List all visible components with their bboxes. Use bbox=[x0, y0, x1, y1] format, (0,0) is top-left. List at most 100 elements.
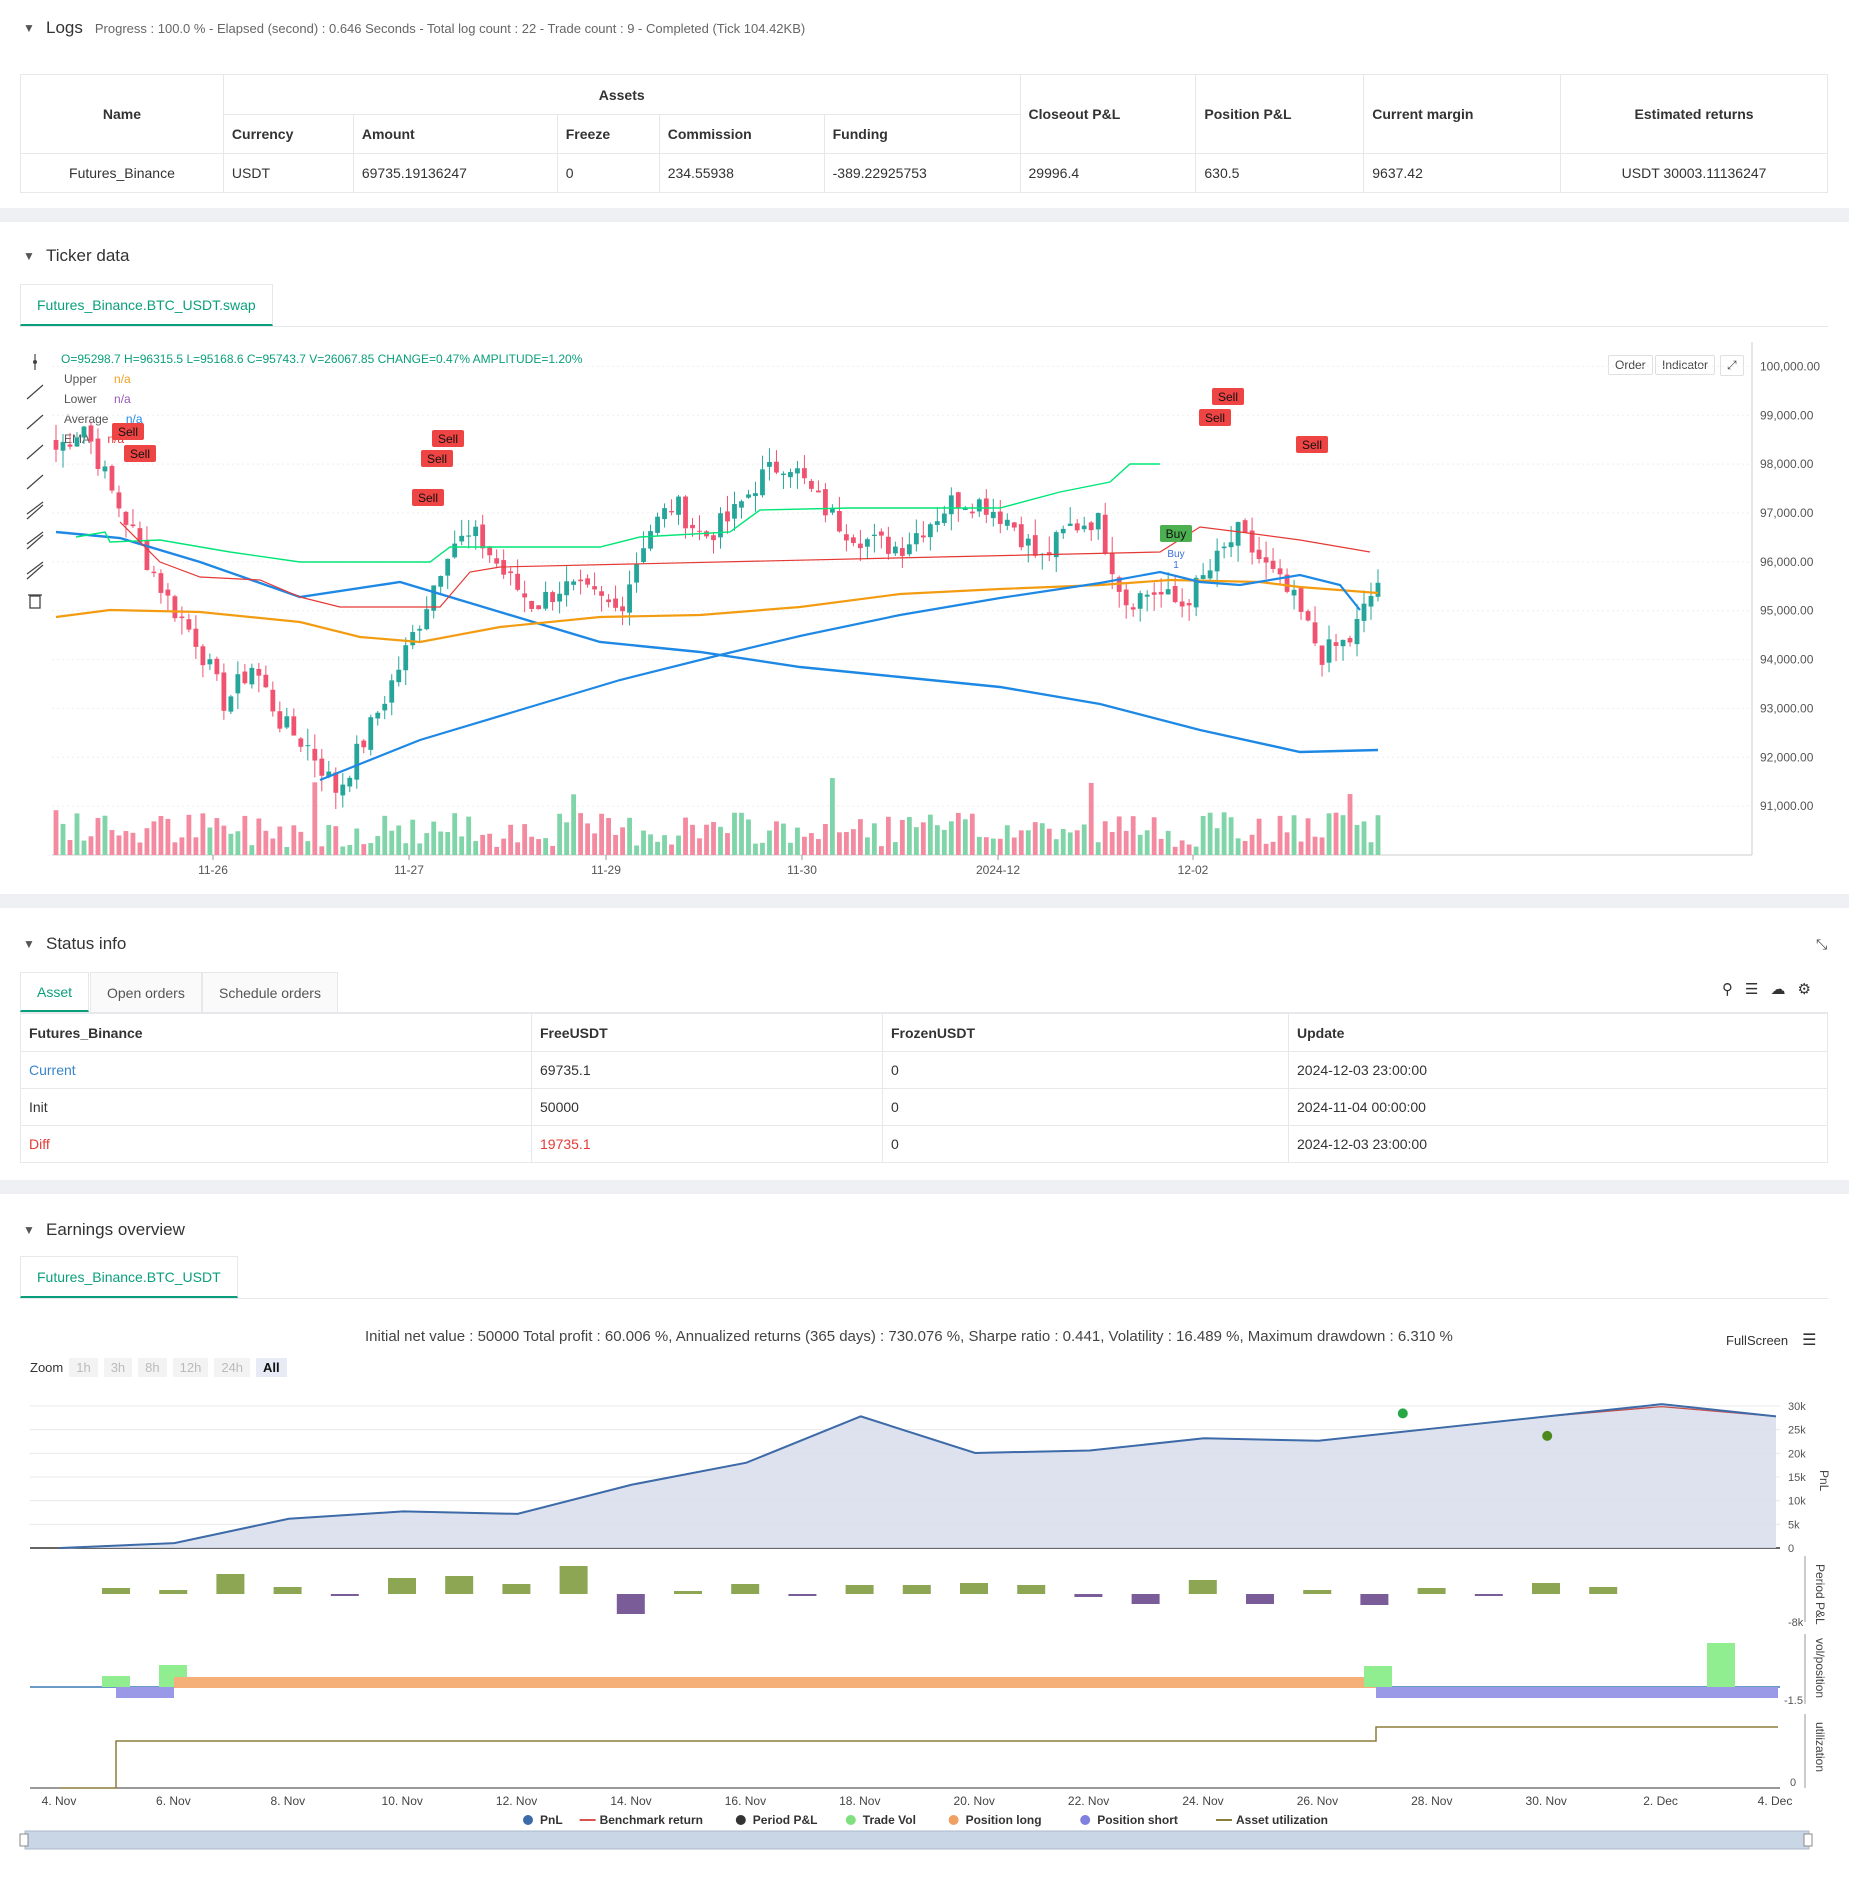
logs-header[interactable]: ▼ Logs Progress : 100.0 % - Elapsed (sec… bbox=[20, 18, 805, 38]
candle-body bbox=[74, 437, 80, 447]
candle-body bbox=[641, 548, 646, 563]
volume-bar bbox=[1375, 815, 1381, 855]
volume-bar bbox=[1053, 839, 1059, 855]
candle-body bbox=[179, 616, 185, 619]
pnl-tick: 25k bbox=[1788, 1425, 1806, 1437]
sell-signal: Sell bbox=[421, 450, 453, 467]
status-header[interactable]: ▼ Status info bbox=[20, 934, 126, 954]
volume-bar bbox=[564, 822, 570, 855]
volume-bar bbox=[1242, 841, 1248, 855]
volume-bar bbox=[606, 817, 611, 855]
col-update: Update bbox=[1288, 1013, 1828, 1052]
volume-bar bbox=[1018, 830, 1024, 855]
legend-pnl[interactable]: PnL bbox=[523, 1813, 563, 1827]
legend-symbol bbox=[523, 1815, 533, 1825]
logs-summary: Progress : 100.0 % - Elapsed (second) : … bbox=[94, 20, 806, 36]
cloud-download-icon[interactable]: ☁ bbox=[1770, 980, 1785, 998]
logs-title: Logs bbox=[46, 18, 83, 37]
volume-bar bbox=[326, 824, 332, 855]
candle-body bbox=[109, 465, 115, 491]
legend-period-p-l[interactable]: Period P&L bbox=[735, 1813, 818, 1827]
candle-body bbox=[200, 646, 206, 666]
volume-bar bbox=[1305, 818, 1311, 855]
candle-body bbox=[990, 511, 996, 519]
candle-body bbox=[983, 498, 989, 515]
volume-bar bbox=[1137, 834, 1143, 855]
volume-bar bbox=[235, 831, 241, 855]
period-bar bbox=[788, 1594, 817, 1596]
gear-icon[interactable]: ⚙ bbox=[1797, 980, 1810, 998]
volume-bar bbox=[1326, 813, 1332, 855]
col-free: FreeUSDT bbox=[531, 1013, 883, 1052]
tab-asset[interactable]: Asset bbox=[20, 972, 90, 1012]
legend-trade-vol[interactable]: Trade Vol bbox=[845, 1813, 916, 1827]
volume-bar bbox=[256, 818, 262, 855]
candle-body bbox=[473, 526, 479, 537]
candle-body bbox=[1081, 525, 1087, 530]
candle-body bbox=[403, 645, 409, 671]
volume-bar bbox=[990, 838, 996, 855]
volume-bar bbox=[864, 837, 870, 855]
row-current-label[interactable]: Current bbox=[20, 1051, 532, 1089]
volume-bar bbox=[634, 845, 639, 855]
tab-open-orders[interactable]: Open orders bbox=[90, 972, 202, 1012]
candle-body bbox=[1305, 611, 1311, 621]
trade-vol-bar bbox=[1364, 1666, 1392, 1687]
legend-asset-utilization[interactable]: Asset utilization bbox=[1216, 1813, 1328, 1827]
candle-body bbox=[857, 543, 863, 549]
price-tick: 100,000.00 bbox=[1760, 359, 1820, 373]
volume-bar bbox=[1312, 836, 1318, 855]
volume-bar bbox=[242, 815, 248, 855]
period-bar bbox=[674, 1591, 702, 1594]
earnings-chart[interactable]: 30k 25k 20k 15k 10k 5k 0 PnL -8k Period P&L -1.5 vo… bbox=[0, 1194, 1849, 1880]
volume-bar bbox=[515, 842, 521, 855]
collapse-icon[interactable]: ⤡ bbox=[1810, 934, 1834, 955]
cell-amount: 69735.19136247 bbox=[352, 153, 558, 193]
row-init-label: Init bbox=[20, 1088, 532, 1126]
period-bar bbox=[502, 1584, 531, 1594]
candle-body bbox=[116, 492, 122, 509]
volume-bar bbox=[844, 831, 849, 855]
axis-vol: vol/position bbox=[1813, 1638, 1827, 1698]
volume-bar bbox=[774, 821, 779, 855]
col-closeout: Closeout P&L bbox=[1019, 74, 1197, 154]
tab-schedule-orders[interactable]: Schedule orders bbox=[202, 972, 338, 1012]
candle-body bbox=[892, 546, 898, 554]
volume-bar bbox=[102, 815, 108, 855]
candle-body bbox=[655, 516, 660, 533]
legend-position-short[interactable]: Position short bbox=[1080, 1813, 1178, 1827]
volume-bar bbox=[263, 830, 269, 855]
period-bar bbox=[616, 1594, 645, 1614]
candle-body bbox=[948, 495, 954, 515]
status-table: Futures_Binance FreeUSDT FrozenUSDT Upda… bbox=[20, 1013, 1828, 1163]
volume-bar bbox=[1081, 824, 1087, 855]
volume-bar bbox=[1144, 830, 1150, 855]
period-bar bbox=[102, 1588, 130, 1594]
volume-bar bbox=[1277, 815, 1283, 855]
search-icon[interactable]: ⚲ bbox=[1722, 980, 1733, 998]
candle-body bbox=[368, 717, 374, 750]
candle-body bbox=[690, 524, 695, 529]
candle-body bbox=[934, 521, 940, 525]
pnl-tick: 5k bbox=[1788, 1519, 1800, 1531]
legend-benchmark-return[interactable]: Benchmark return bbox=[579, 1813, 703, 1827]
candlestick-chart[interactable]: 91,000.00 92,000.00 93,000.00 94,000.00 95,0… bbox=[0, 222, 1849, 894]
legend-position-long[interactable]: Position long bbox=[948, 1813, 1042, 1827]
period-bar bbox=[1188, 1580, 1217, 1594]
volume-bar bbox=[151, 821, 157, 855]
period-bar bbox=[1246, 1594, 1274, 1604]
candle-body bbox=[1102, 514, 1108, 554]
volume-bar bbox=[487, 833, 493, 855]
list-icon[interactable]: ☰ bbox=[1745, 980, 1758, 998]
trade-vol-bar bbox=[102, 1676, 130, 1687]
volume-bar bbox=[1179, 840, 1185, 855]
candle-body bbox=[102, 466, 108, 472]
candle-body bbox=[927, 524, 933, 538]
volume-bar bbox=[1186, 844, 1192, 855]
candle-body bbox=[123, 511, 129, 525]
volume-bar bbox=[200, 813, 206, 855]
candle-body bbox=[1130, 607, 1136, 610]
candle-body bbox=[969, 511, 975, 514]
pnl-tick: 30k bbox=[1788, 1401, 1806, 1413]
cell-commission: 234.55938 bbox=[658, 153, 825, 193]
